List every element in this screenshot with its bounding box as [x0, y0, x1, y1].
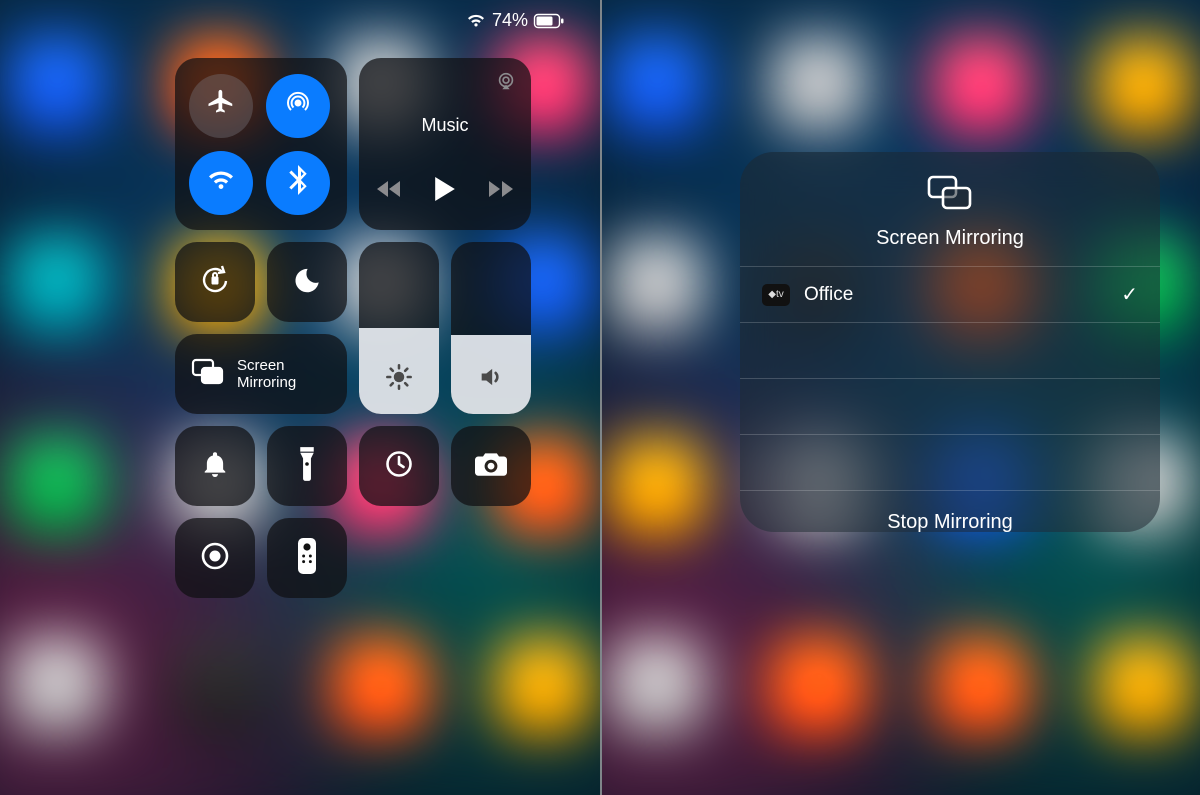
screen-mirroring-pane: Screen Mirroring ◆tv Office ✓ Stop Mirro… [600, 0, 1200, 795]
wifi-icon [206, 168, 236, 197]
wifi-toggle[interactable] [189, 151, 253, 215]
flashlight-icon [298, 447, 316, 486]
apple-tv-icon: ◆tv [762, 284, 790, 306]
device-name: Office [804, 284, 853, 306]
silent-mode-toggle[interactable] [175, 426, 255, 506]
battery-icon [534, 14, 564, 28]
media-title: Music [421, 115, 468, 136]
bell-icon [202, 449, 228, 484]
airplane-icon [206, 88, 236, 123]
control-center: Music [175, 58, 545, 598]
do-not-disturb-toggle[interactable] [267, 242, 347, 322]
rotation-lock-toggle[interactable] [175, 242, 255, 322]
camera-button[interactable] [451, 426, 531, 506]
battery-percent: 74% [492, 10, 528, 31]
apple-tv-remote-button[interactable] [267, 518, 347, 598]
screen-mirroring-icon [926, 174, 974, 217]
airplay-audio-icon [495, 70, 517, 97]
status-bar: 74% [466, 10, 564, 31]
control-center-pane: 74% [0, 0, 600, 795]
moon-icon [293, 266, 321, 299]
remote-icon [298, 538, 316, 579]
stop-mirroring-button[interactable]: Stop Mirroring [740, 490, 1160, 556]
popover-header: Screen Mirroring [740, 152, 1160, 266]
record-icon [199, 540, 231, 577]
connectivity-group [175, 58, 347, 230]
rotation-lock-icon [198, 263, 232, 302]
popover-title: Screen Mirroring [876, 227, 1024, 250]
airplane-mode-toggle[interactable] [189, 74, 253, 138]
brightness-slider[interactable] [359, 242, 439, 414]
next-track-button[interactable] [489, 180, 513, 203]
screen-mirroring-label: Screen Mirroring [237, 357, 296, 392]
empty-row [740, 378, 1160, 434]
pane-divider [600, 0, 602, 795]
wifi-icon [466, 13, 486, 28]
volume-icon [477, 363, 505, 396]
empty-row [740, 322, 1160, 378]
bluetooth-icon [289, 165, 307, 200]
mirroring-device-row[interactable]: ◆tv Office ✓ [740, 266, 1160, 322]
brightness-icon [385, 363, 413, 396]
airdrop-toggle[interactable] [266, 74, 330, 138]
camera-icon [475, 451, 507, 482]
stop-mirroring-label: Stop Mirroring [887, 511, 1013, 533]
bluetooth-toggle[interactable] [266, 151, 330, 215]
play-button[interactable] [435, 177, 455, 206]
screen-record-button[interactable] [175, 518, 255, 598]
empty-row [740, 434, 1160, 490]
airdrop-icon [282, 87, 314, 124]
timer-button[interactable] [359, 426, 439, 506]
screen-mirroring-popover: Screen Mirroring ◆tv Office ✓ Stop Mirro… [740, 152, 1160, 532]
media-controls[interactable]: Music [359, 58, 531, 230]
prev-track-button[interactable] [377, 180, 401, 203]
screen-mirroring-icon [191, 358, 225, 391]
screen-mirroring-toggle[interactable]: Screen Mirroring [175, 334, 347, 414]
checkmark-icon: ✓ [1121, 282, 1138, 307]
flashlight-toggle[interactable] [267, 426, 347, 506]
timer-icon [384, 449, 414, 484]
volume-slider[interactable] [451, 242, 531, 414]
